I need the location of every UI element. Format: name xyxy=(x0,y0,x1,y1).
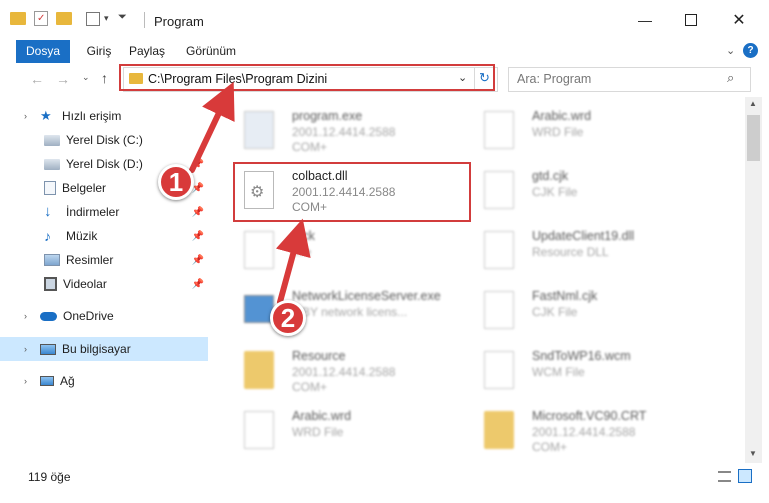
arrow-to-address-bar xyxy=(189,81,235,173)
annotation-badge-2: 2 xyxy=(270,300,306,336)
arrow-to-colbact-dll xyxy=(275,218,311,305)
annotation-badge-1: 1 xyxy=(158,164,194,200)
annotation-arrows xyxy=(189,81,311,305)
